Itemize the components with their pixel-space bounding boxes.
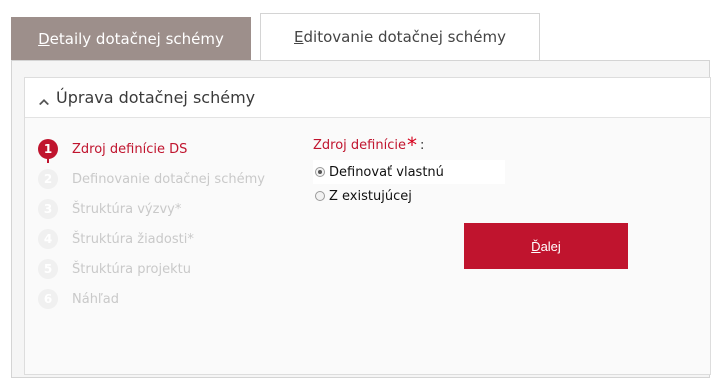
panel-title: Úprava dotačnej schémy bbox=[56, 88, 256, 107]
source-label-text: Zdroj definície bbox=[313, 138, 406, 153]
label-colon: : bbox=[419, 138, 425, 153]
radio-option-existing[interactable]: Z existujúcej bbox=[313, 184, 643, 208]
radio-button[interactable] bbox=[315, 191, 325, 201]
step-label: Štruktúra žiadosti* bbox=[72, 231, 194, 247]
step-definition[interactable]: 2 Definovanie dotačnej schémy bbox=[38, 164, 318, 194]
required-mark: * bbox=[406, 133, 417, 157]
wizard-steps: 1 Zdroj definície DS 2 Definovanie dotač… bbox=[38, 134, 318, 314]
tab-details-accel: D bbox=[38, 30, 50, 48]
tab-bar: Detaily dotačnej schémy Editovanie dotač… bbox=[11, 8, 611, 60]
step-label: Definovanie dotačnej schémy bbox=[72, 171, 265, 187]
step-number: 4 bbox=[38, 229, 58, 249]
step-number: 5 bbox=[38, 259, 58, 279]
step-number: 3 bbox=[38, 199, 58, 219]
edit-panel: Úprava dotačnej schémy 1 Zdroj definície… bbox=[24, 77, 711, 375]
chevron-up-icon[interactable] bbox=[38, 92, 50, 105]
next-button-label: alej bbox=[540, 238, 561, 254]
step-number: 6 bbox=[38, 289, 58, 309]
step-preview[interactable]: 6 Náhľad bbox=[38, 284, 318, 314]
next-button[interactable]: Ďalej bbox=[464, 223, 628, 269]
tab-details[interactable]: Detaily dotačnej schémy bbox=[11, 17, 251, 60]
step-number: 2 bbox=[38, 169, 58, 189]
step-label: Zdroj definície DS bbox=[72, 141, 188, 157]
step-project-structure[interactable]: 5 Štruktúra projektu bbox=[38, 254, 318, 284]
step-connector bbox=[47, 155, 49, 163]
source-label: Zdroj definície *: bbox=[313, 133, 643, 160]
tab-content: Úprava dotačnej schémy 1 Zdroj definície… bbox=[11, 60, 711, 378]
step-label: Štruktúra výzvy* bbox=[72, 201, 182, 217]
panel-header[interactable]: Úprava dotačnej schémy bbox=[25, 78, 710, 118]
tab-edit-label: ditovanie dotačnej schémy bbox=[303, 28, 506, 46]
step-call-structure[interactable]: 3 Štruktúra výzvy* bbox=[38, 194, 318, 224]
step-source[interactable]: 1 Zdroj definície DS bbox=[38, 134, 318, 164]
radio-label: Definovať vlastnú bbox=[329, 164, 444, 180]
tab-edit[interactable]: Editovanie dotačnej schémy bbox=[260, 13, 540, 60]
radio-label: Z existujúcej bbox=[329, 188, 412, 204]
radio-option-own[interactable]: Definovať vlastnú bbox=[313, 160, 505, 184]
source-form: Zdroj definície *: Definovať vlastnú Z ex… bbox=[313, 133, 643, 208]
step-label: Štruktúra projektu bbox=[72, 261, 191, 277]
step-application-structure[interactable]: 4 Štruktúra žiadosti* bbox=[38, 224, 318, 254]
step-label: Náhľad bbox=[72, 291, 120, 307]
next-button-accel: Ď bbox=[531, 238, 541, 254]
radio-button[interactable] bbox=[315, 167, 325, 177]
tab-details-label: etaily dotačnej schémy bbox=[49, 30, 224, 48]
tab-edit-accel: E bbox=[294, 28, 304, 46]
